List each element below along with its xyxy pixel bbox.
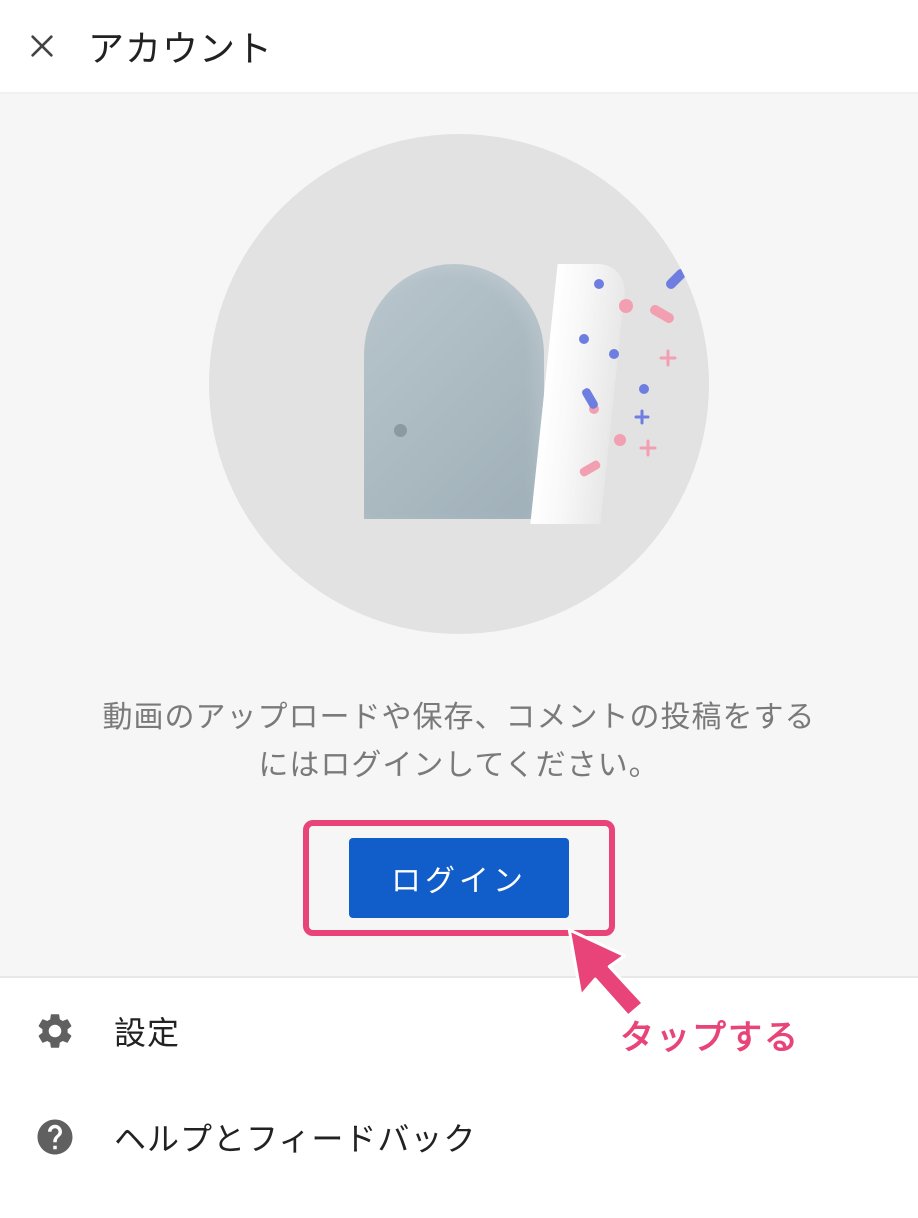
confetti-plus (659, 349, 677, 367)
content-area: 動画のアップロードや保存、コメントの投稿をするにはログインしてください。 ログイ… (0, 94, 918, 976)
confetti-dot (614, 434, 626, 446)
door-open-light (530, 264, 627, 524)
door-icon (364, 264, 544, 519)
settings-label: 設定 (114, 1008, 180, 1054)
login-prompt-text: 動画のアップロードや保存、コメントの投稿をするにはログインしてください。 (59, 694, 859, 790)
annotation-highlight-box: ログイン (303, 820, 615, 936)
confetti-dot (619, 299, 633, 313)
help-label: ヘルプとフィードバック (114, 1114, 476, 1160)
confetti-dot (609, 349, 619, 359)
door-knob (394, 424, 407, 437)
confetti-plus (639, 439, 657, 457)
confetti-bar (664, 267, 688, 291)
login-button[interactable]: ログイン (349, 838, 569, 918)
gear-icon (32, 1008, 78, 1054)
help-icon (32, 1114, 78, 1160)
close-icon[interactable] (24, 28, 60, 64)
settings-item[interactable]: 設定 (0, 978, 918, 1084)
header-bar: アカウント (0, 0, 918, 94)
confetti-dot (639, 384, 649, 394)
page-title: アカウント (88, 20, 273, 72)
confetti-dot (579, 334, 589, 344)
help-item[interactable]: ヘルプとフィードバック (0, 1084, 918, 1190)
confetti-plus (634, 409, 650, 425)
hero-illustration (209, 134, 709, 634)
menu-list: 設定 ヘルプとフィードバック (0, 976, 918, 1190)
confetti-bar (648, 303, 676, 325)
confetti-dot (594, 279, 604, 289)
